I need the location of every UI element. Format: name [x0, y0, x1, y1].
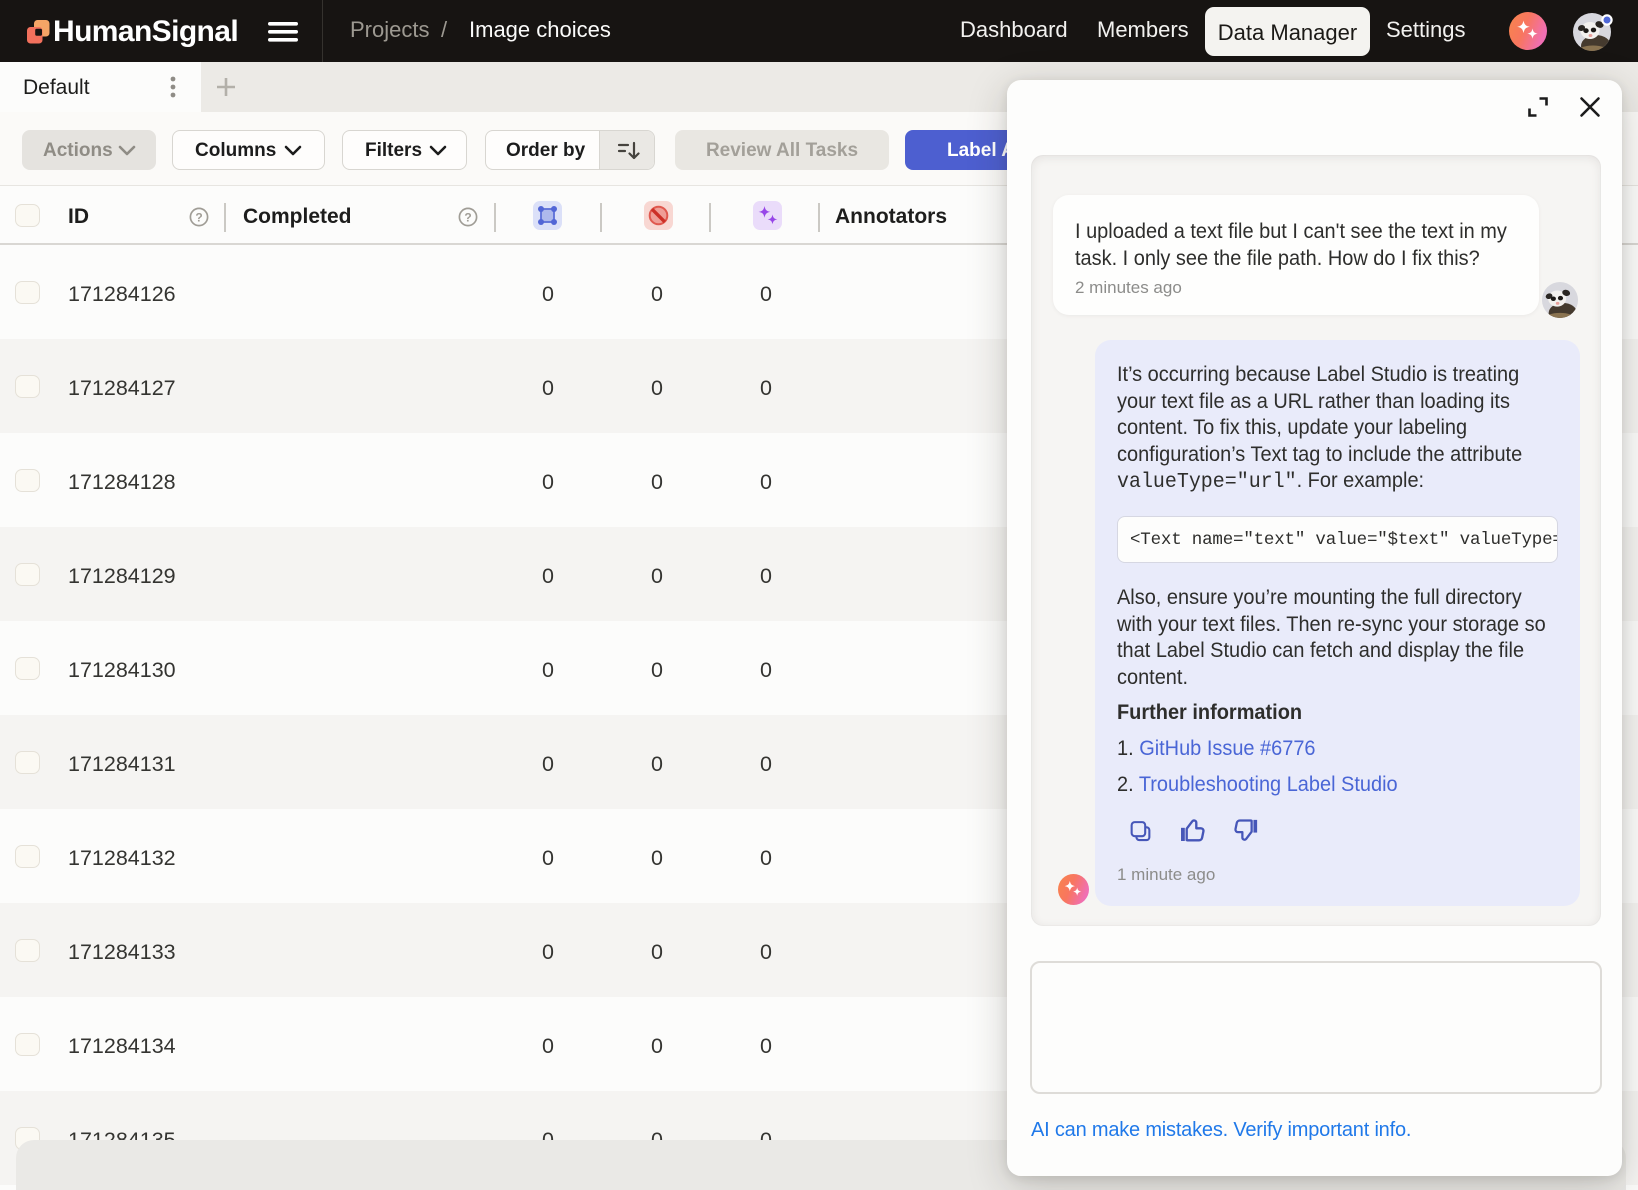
svg-text:?: ? [195, 210, 202, 224]
svg-text:?: ? [464, 210, 471, 224]
